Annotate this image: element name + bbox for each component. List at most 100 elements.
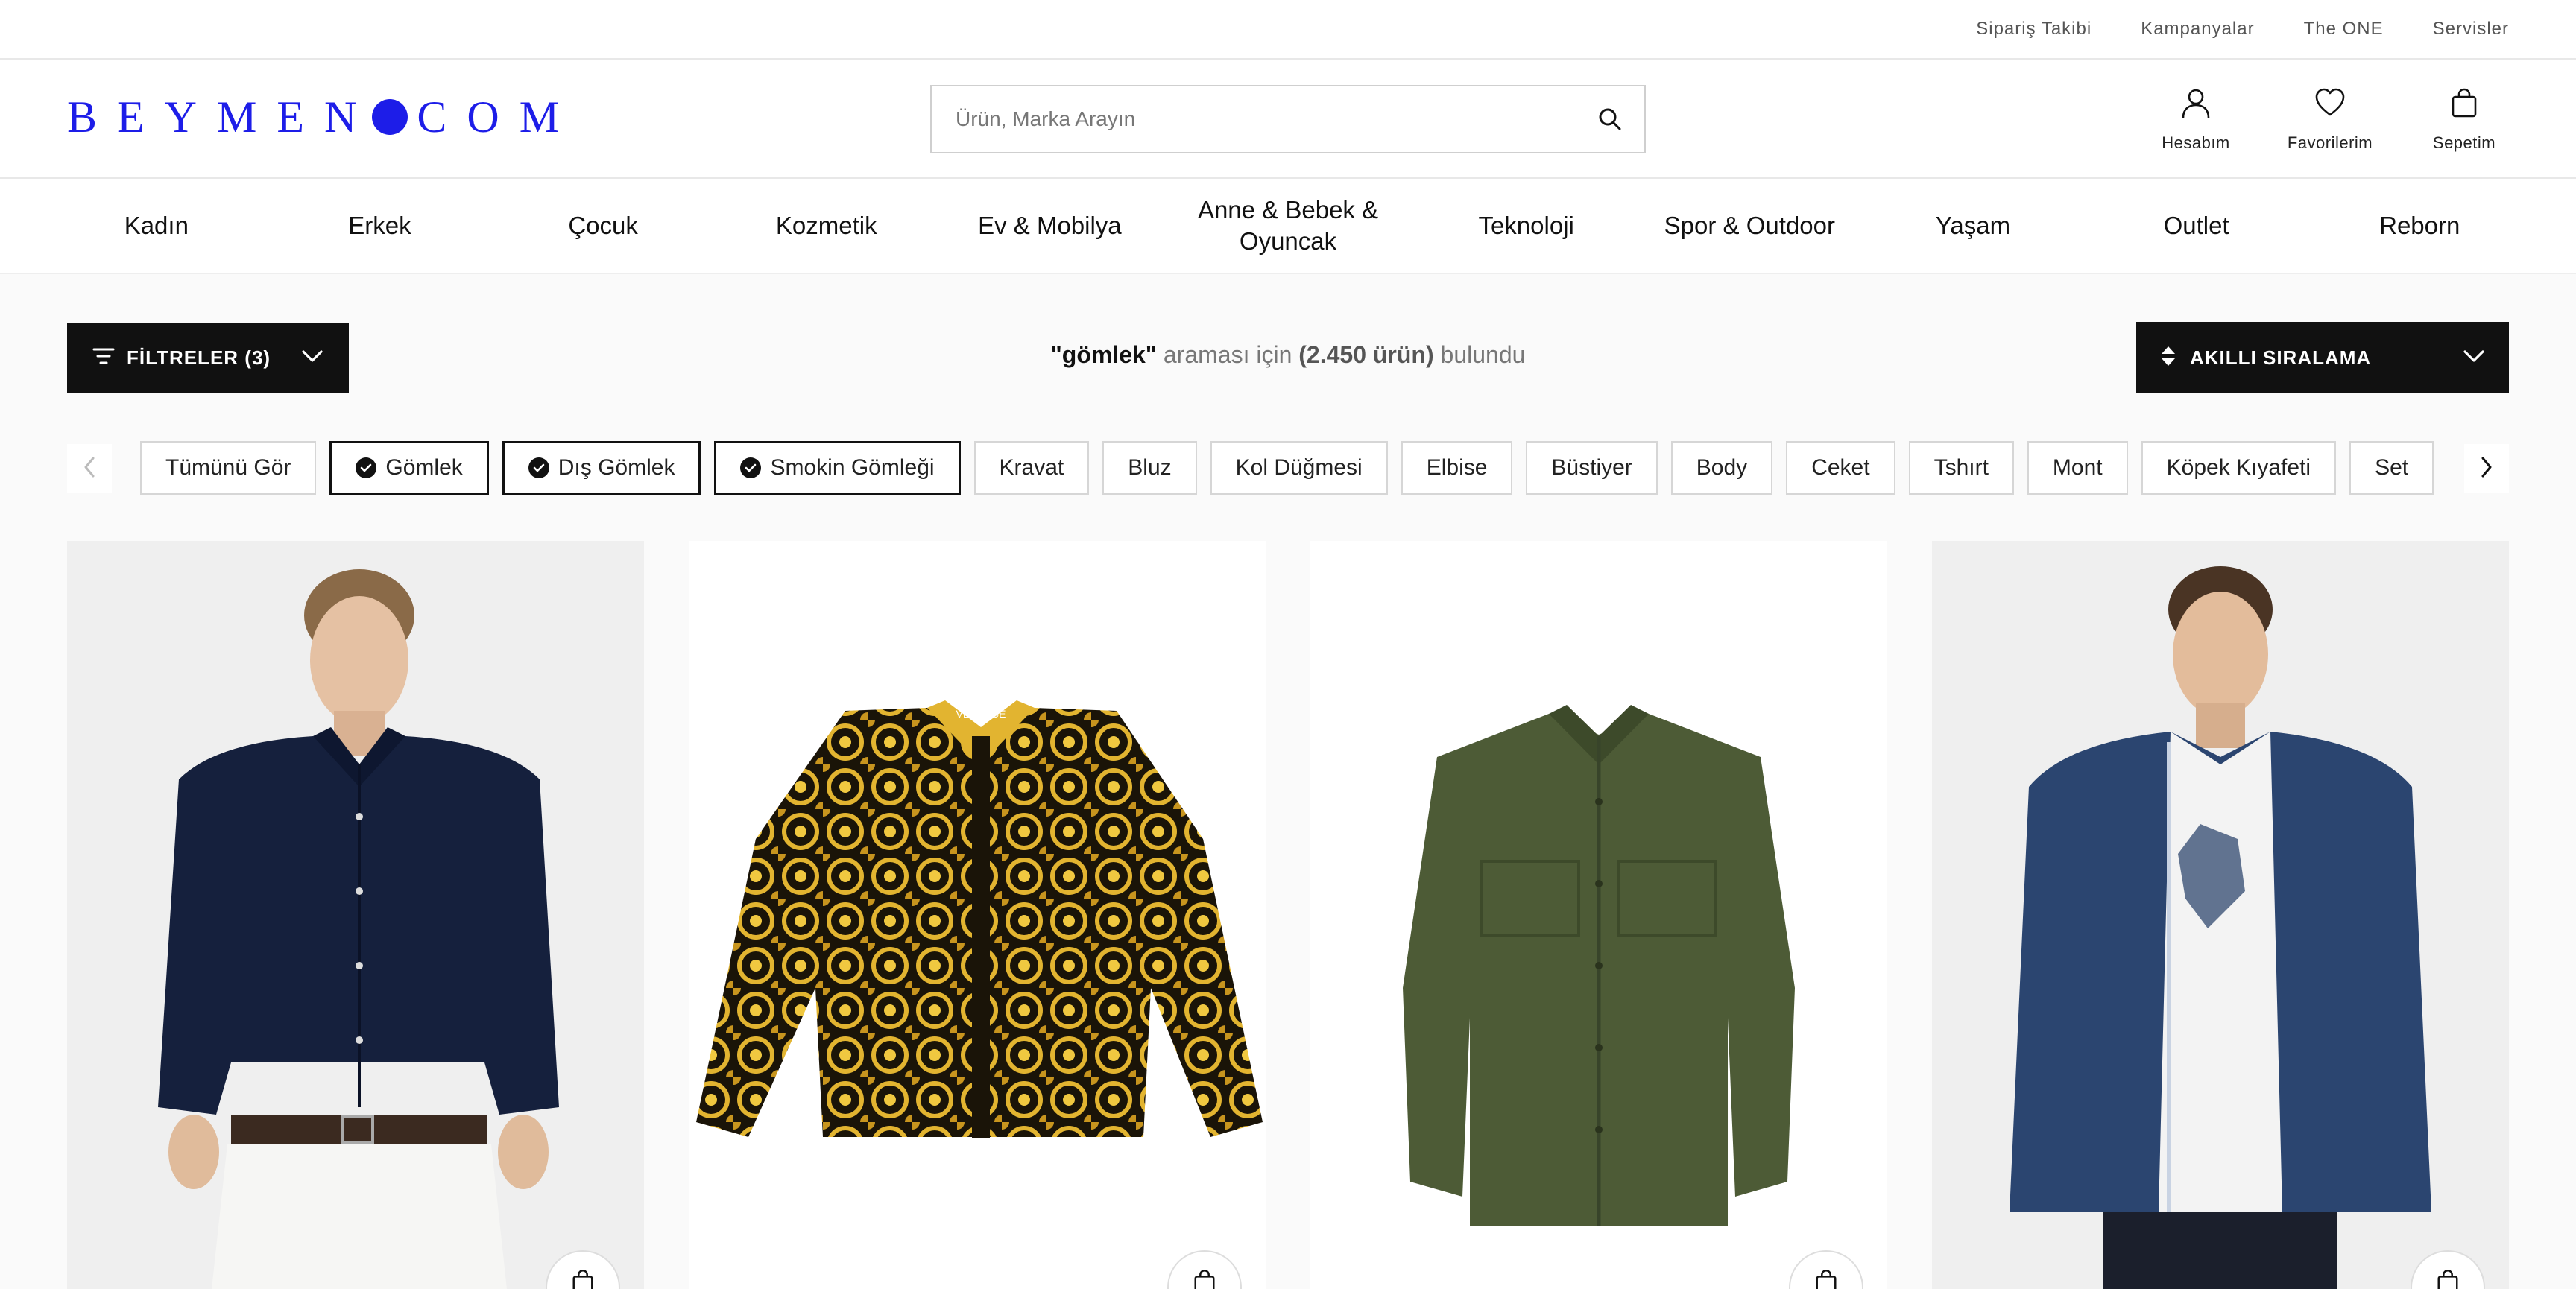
beymen-logo[interactable]: BEYMEN COM bbox=[67, 91, 579, 143]
nav-item-cocuk[interactable]: Çocuk bbox=[491, 210, 715, 241]
result-count: (2.450 ürün) bbox=[1298, 341, 1434, 368]
chip-label: Gömlek bbox=[385, 455, 463, 480]
print-label: VERSACE bbox=[956, 708, 1006, 720]
chip-tumunu-gor[interactable]: Tümünü Gör bbox=[140, 441, 317, 495]
chip-ceket[interactable]: Ceket bbox=[1786, 441, 1895, 495]
product-card[interactable] bbox=[1310, 541, 1887, 1289]
account-button[interactable]: Hesabım bbox=[2151, 86, 2241, 153]
heart-icon bbox=[2314, 86, 2346, 123]
chevron-down-icon bbox=[301, 349, 323, 367]
check-icon bbox=[528, 457, 549, 478]
chip-tshirt[interactable]: Tshırt bbox=[1908, 441, 2014, 495]
chip-label: Body bbox=[1696, 455, 1748, 480]
nav-item-anne-bebek[interactable]: Anne & Bebek & Oyuncak bbox=[1161, 194, 1415, 257]
nav-item-ev-mobilya[interactable]: Ev & Mobilya bbox=[938, 210, 1162, 241]
the-one-link[interactable]: The ONE bbox=[2304, 19, 2384, 39]
chip-label: Kol Düğmesi bbox=[1235, 455, 1363, 480]
chip-label: Ceket bbox=[1811, 455, 1870, 480]
sort-button[interactable]: AKILLI SIRALAMA bbox=[2136, 322, 2509, 393]
nav-item-erkek[interactable]: Erkek bbox=[268, 210, 492, 241]
favorites-label: Favorilerim bbox=[2287, 133, 2373, 152]
chip-dis-gomlek[interactable]: Dış Gömlek bbox=[502, 441, 701, 495]
favorites-button[interactable]: Favorilerim bbox=[2285, 86, 2375, 153]
check-icon bbox=[356, 457, 377, 478]
services-link[interactable]: Servisler bbox=[2433, 19, 2509, 39]
chevron-down-icon bbox=[2463, 349, 2485, 367]
chip-mont[interactable]: Mont bbox=[2027, 441, 2128, 495]
bag-icon bbox=[569, 1268, 596, 1289]
chip-elbise[interactable]: Elbise bbox=[1401, 441, 1513, 495]
nav-item-yasam[interactable]: Yaşam bbox=[1861, 210, 2085, 241]
bag-icon bbox=[1813, 1268, 1840, 1289]
chip-label: Büstiyer bbox=[1551, 455, 1632, 480]
chip-gomlek[interactable]: Gömlek bbox=[329, 441, 489, 495]
campaigns-link[interactable]: Kampanyalar bbox=[2141, 19, 2254, 39]
product-card[interactable] bbox=[1932, 541, 2509, 1289]
utility-bar: Sipariş Takibi Kampanyalar The ONE Servi… bbox=[0, 0, 2576, 60]
category-chips: Tümünü Gör Gömlek Dış Gömlek Smokin Göml… bbox=[140, 441, 2436, 495]
chip-label: Bluz bbox=[1128, 455, 1172, 480]
chevron-right-icon bbox=[2480, 456, 2493, 482]
check-icon bbox=[740, 457, 762, 478]
filters-label: FİLTRELER (3) bbox=[127, 346, 271, 369]
user-icon bbox=[2179, 86, 2212, 123]
search-box bbox=[930, 85, 1646, 153]
chip-label: Dış Gömlek bbox=[558, 455, 675, 480]
search-input[interactable] bbox=[932, 86, 1576, 152]
sort-icon bbox=[2160, 345, 2176, 371]
utility-links: Sipariş Takibi Kampanyalar The ONE Servi… bbox=[1976, 0, 2509, 58]
filter-icon bbox=[92, 346, 115, 370]
chip-kol-dugmesi[interactable]: Kol Düğmesi bbox=[1210, 441, 1388, 495]
nav-item-reborn[interactable]: Reborn bbox=[2308, 210, 2531, 241]
product-image bbox=[1403, 705, 1795, 1226]
nav-item-teknoloji[interactable]: Teknoloji bbox=[1415, 210, 1638, 241]
chips-prev-button[interactable] bbox=[67, 444, 112, 493]
product-image bbox=[2010, 566, 2431, 1289]
chips-next-button[interactable] bbox=[2464, 444, 2509, 493]
result-query: "gömlek" bbox=[1050, 341, 1157, 368]
chip-label: Set bbox=[2375, 455, 2409, 480]
chip-label: Kravat bbox=[999, 455, 1064, 480]
logo-dot bbox=[372, 99, 408, 135]
product-card[interactable]: VERSACE bbox=[689, 541, 1266, 1289]
chip-kopek-kiyafeti[interactable]: Köpek Kıyafeti bbox=[2141, 441, 2337, 495]
logo-text-left: BEYMEN bbox=[67, 92, 377, 142]
logo-text-right: COM bbox=[417, 92, 580, 142]
chip-bustiyer[interactable]: Büstiyer bbox=[1526, 441, 1658, 495]
chip-label: Tümünü Gör bbox=[165, 455, 291, 480]
nav-item-spor-outdoor[interactable]: Spor & Outdoor bbox=[1638, 210, 1861, 241]
product-image bbox=[158, 569, 559, 1289]
header: BEYMEN COM Hesabım Favorilerim Sepetim bbox=[0, 60, 2576, 179]
search-icon[interactable] bbox=[1576, 86, 1644, 152]
chip-label: Mont bbox=[2052, 455, 2103, 480]
chip-label: Elbise bbox=[1426, 455, 1488, 480]
bag-icon bbox=[2434, 1268, 2461, 1289]
chip-label: Tshırt bbox=[1933, 455, 1989, 480]
chip-kravat[interactable]: Kravat bbox=[973, 441, 1090, 495]
account-label: Hesabım bbox=[2162, 133, 2230, 152]
product-grid: VERSACE bbox=[67, 541, 2509, 1289]
product-card[interactable] bbox=[67, 541, 644, 1289]
nav-item-outlet[interactable]: Outlet bbox=[2085, 210, 2308, 241]
nav-item-kadin[interactable]: Kadın bbox=[45, 210, 268, 241]
chip-bluz[interactable]: Bluz bbox=[1102, 441, 1197, 495]
chip-body[interactable]: Body bbox=[1670, 441, 1773, 495]
sort-label: AKILLI SIRALAMA bbox=[2190, 346, 2372, 369]
chip-set[interactable]: Set bbox=[2349, 441, 2434, 495]
chip-label: Köpek Kıyafeti bbox=[2166, 455, 2311, 480]
bag-icon bbox=[1191, 1268, 1218, 1289]
bag-icon bbox=[2448, 86, 2481, 123]
result-mid: araması için bbox=[1163, 341, 1292, 368]
product-image: VERSACE bbox=[696, 700, 1263, 1138]
cart-button[interactable]: Sepetim bbox=[2419, 86, 2509, 153]
header-actions: Hesabım Favorilerim Sepetim bbox=[2151, 86, 2509, 153]
chip-smokin-gomlegi[interactable]: Smokin Gömleği bbox=[714, 441, 961, 495]
category-nav: Kadın Erkek Çocuk Kozmetik Ev & Mobilya … bbox=[0, 179, 2576, 274]
chevron-left-icon bbox=[83, 456, 96, 482]
filters-button[interactable]: FİLTRELER (3) bbox=[67, 323, 349, 393]
order-tracking-link[interactable]: Sipariş Takibi bbox=[1976, 19, 2092, 39]
cart-label: Sepetim bbox=[2432, 133, 2496, 152]
result-end: bulundu bbox=[1440, 341, 1526, 368]
nav-item-kozmetik[interactable]: Kozmetik bbox=[715, 210, 938, 241]
search-result-summary: "gömlek" araması için (2.450 ürün) bulun… bbox=[745, 341, 1831, 369]
